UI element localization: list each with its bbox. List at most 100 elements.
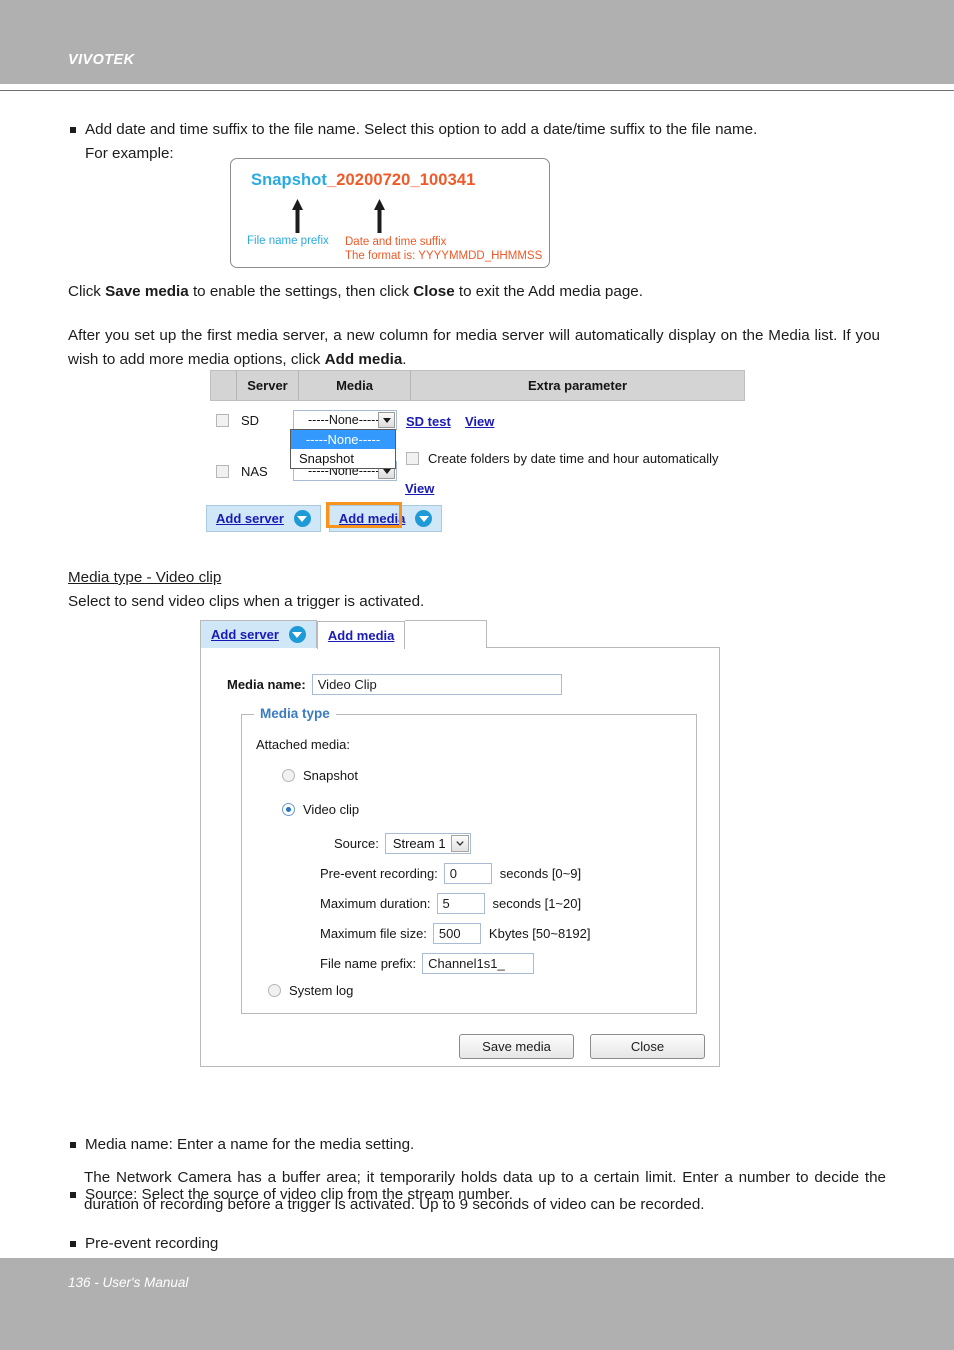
p1-save-media-emphasis: Save media bbox=[105, 283, 189, 300]
maximum-file-size-input[interactable] bbox=[432, 923, 481, 944]
maximum-duration-input[interactable] bbox=[436, 893, 485, 914]
radio-system-log-label: System log bbox=[289, 983, 354, 998]
panel-tabs: Add server Add media bbox=[200, 620, 488, 649]
media-type-legend: Media type bbox=[254, 706, 336, 721]
media-name-input[interactable] bbox=[311, 674, 562, 695]
maximum-duration-suffix: seconds [1~20] bbox=[492, 896, 582, 911]
chevron-down-icon[interactable] bbox=[450, 835, 469, 852]
radio-video-clip-label: Video clip bbox=[303, 802, 360, 817]
sd-test-link[interactable]: SD test bbox=[406, 414, 451, 429]
example-label-suffix-line1: Date and time suffix bbox=[345, 236, 447, 248]
page-footer-band bbox=[0, 1258, 954, 1350]
p2-part-c: . bbox=[402, 350, 407, 368]
source-select[interactable]: Stream 1 bbox=[384, 833, 471, 854]
table-row-sd: SD -----None----- bbox=[210, 410, 397, 430]
radio-snapshot[interactable]: Snapshot bbox=[282, 768, 358, 783]
caret-down-circle-icon bbox=[293, 510, 311, 527]
add-server-label: Add server bbox=[216, 511, 284, 526]
p1-part-e: to exit the Add media page. bbox=[454, 283, 643, 300]
add-media-button[interactable]: Add media bbox=[325, 502, 443, 532]
source-row: Source: Stream 1 bbox=[334, 833, 471, 854]
paragraph-save-media: Click Save media to enable the settings,… bbox=[68, 280, 880, 304]
example-label-suffix: Date and time suffix The format is: YYYY… bbox=[345, 235, 542, 264]
row-checkbox-nas[interactable] bbox=[216, 464, 229, 478]
radio-system-log[interactable]: System log bbox=[268, 983, 353, 998]
brand-logo: VIVOTEK bbox=[68, 52, 135, 68]
media-select-sd-value: -----None----- bbox=[308, 413, 380, 427]
note-pre-event-recording: Pre-event recording bbox=[68, 1232, 895, 1256]
source-select-value: Stream 1 bbox=[392, 836, 446, 851]
paragraph-media-list: After you set up the first media server,… bbox=[68, 324, 880, 371]
pre-event-recording-input[interactable] bbox=[443, 863, 492, 884]
dropdown-option-snapshot[interactable]: Snapshot bbox=[291, 449, 395, 468]
pre-event-recording-suffix: seconds [0~9] bbox=[499, 866, 582, 881]
page-header-band bbox=[0, 0, 954, 84]
panel-action-buttons: Save media Close bbox=[459, 1034, 705, 1059]
maximum-duration-label: Maximum duration: bbox=[320, 896, 431, 911]
row-checkbox-sd[interactable] bbox=[216, 413, 229, 427]
maximum-duration-row: Maximum duration: seconds [1~20] bbox=[320, 893, 581, 914]
intro-bullet-continuation: For example: bbox=[85, 144, 174, 162]
note-pre-event-recording-body-text: The Network Camera has a buffer area; it… bbox=[84, 1169, 886, 1214]
p1-close-emphasis: Close bbox=[413, 283, 455, 300]
note-pre-event-recording-body: The Network Camera has a buffer area; it… bbox=[84, 1164, 886, 1218]
tab-add-server-label: Add server bbox=[211, 627, 279, 642]
tab-add-server[interactable]: Add server bbox=[200, 620, 317, 648]
radio-snapshot-indicator[interactable] bbox=[282, 769, 295, 782]
col-header-checkbox bbox=[211, 371, 237, 400]
p2-part-a: After you set up the first media server,… bbox=[68, 327, 880, 368]
radio-video-clip[interactable]: Video clip bbox=[282, 802, 359, 817]
example-label-suffix-line2: The format is: YYYYMMDD_HHMMSS bbox=[345, 250, 543, 263]
add-server-button[interactable]: Add server bbox=[206, 505, 321, 532]
chevron-down-icon[interactable] bbox=[378, 412, 395, 428]
radio-video-clip-indicator[interactable] bbox=[282, 803, 295, 816]
add-media-panel: Media name: Media type Attached media: S… bbox=[200, 647, 720, 1067]
attached-media-label: Attached media: bbox=[256, 737, 350, 752]
maximum-file-size-label: Maximum file size: bbox=[320, 926, 427, 941]
up-arrow-icon-prefix bbox=[291, 199, 304, 233]
radio-system-log-indicator[interactable] bbox=[268, 984, 281, 997]
p2-add-media-emphasis: Add media bbox=[324, 350, 403, 368]
create-folders-row[interactable]: Create folders by date time and hour aut… bbox=[406, 451, 719, 466]
maximum-file-size-suffix: Kbytes [50~8192] bbox=[488, 926, 591, 941]
example-label-prefix: File name prefix bbox=[247, 235, 329, 247]
media-type-fieldset: Media type Attached media: Snapshot Vide… bbox=[241, 706, 697, 1014]
caret-down-circle-icon bbox=[288, 626, 306, 643]
media-list-table: Server Media Extra parameter SD -----Non… bbox=[210, 370, 745, 501]
file-name-prefix-input[interactable] bbox=[422, 953, 535, 974]
filename-example-box: Snapshot_20200720_100341 File name prefi… bbox=[230, 158, 550, 268]
note-pre-event-recording-title: Pre-event recording bbox=[85, 1235, 219, 1253]
media-select-sd[interactable]: -----None----- bbox=[293, 410, 397, 430]
example-filename-suffix: _20200720_100341 bbox=[326, 171, 476, 189]
header-divider bbox=[0, 90, 954, 91]
footer-page-label: 136 - User's Manual bbox=[68, 1275, 189, 1290]
p1-part-c: to enable the settings, then click bbox=[188, 283, 414, 300]
intro-bullet-text: Add date and time suffix to the file nam… bbox=[85, 121, 758, 138]
file-name-prefix-label: File name prefix: bbox=[320, 956, 417, 971]
save-media-button[interactable]: Save media bbox=[459, 1034, 574, 1059]
media-list-header-row: Server Media Extra parameter bbox=[210, 370, 745, 401]
tab-add-media[interactable]: Add media bbox=[316, 621, 406, 649]
example-filename: Snapshot_20200720_100341 bbox=[251, 171, 475, 190]
add-media-label: Add media bbox=[338, 511, 406, 526]
note-media-name-text: Media name: Enter a name for the media s… bbox=[85, 1136, 415, 1154]
up-arrow-icon-suffix bbox=[373, 199, 386, 233]
file-name-prefix-row: File name prefix: bbox=[320, 953, 535, 974]
view-link-nas[interactable]: View bbox=[405, 481, 434, 496]
pre-event-recording-row: Pre-event recording: seconds [0~9] bbox=[320, 863, 581, 884]
media-select-sd-dropdown[interactable]: -----None----- Snapshot bbox=[290, 429, 396, 469]
row-label-nas: NAS bbox=[241, 463, 268, 479]
note-media-name: Media name: Enter a name for the media s… bbox=[68, 1133, 895, 1157]
media-list-action-bar: Add server Add media bbox=[206, 502, 450, 532]
close-button[interactable]: Close bbox=[590, 1034, 705, 1059]
tab-add-media-label: Add media bbox=[327, 628, 395, 643]
col-header-extra-parameter: Extra parameter bbox=[528, 378, 627, 393]
p1-part-a: Click bbox=[68, 283, 106, 300]
col-header-media: Media bbox=[299, 371, 411, 400]
media-name-row: Media name: bbox=[227, 674, 562, 695]
create-folders-checkbox[interactable] bbox=[406, 452, 419, 465]
section-heading: Media type - Video clip bbox=[68, 569, 222, 586]
view-link-sd[interactable]: View bbox=[465, 414, 494, 429]
maximum-file-size-row: Maximum file size: Kbytes [50~8192] bbox=[320, 923, 590, 944]
dropdown-option-none[interactable]: -----None----- bbox=[291, 430, 395, 449]
